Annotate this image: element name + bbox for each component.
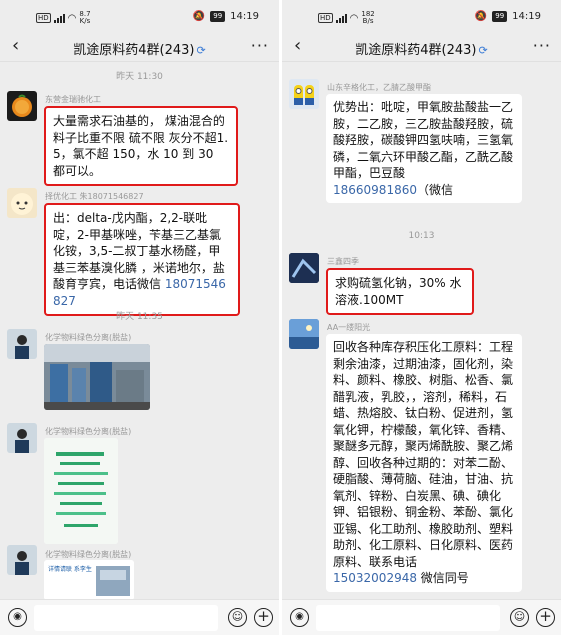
avatar[interactable] — [7, 188, 37, 218]
sender-name: AA一缕阳光 — [327, 323, 371, 332]
network-speed: 8.7 K/s — [79, 10, 91, 25]
sender-name: 化学物料绿色分离(脱盐) — [45, 550, 132, 559]
voice-icon[interactable]: ◉ — [8, 608, 27, 627]
sender-name: 化学物料绿色分离(脱盐) — [45, 333, 132, 342]
message-bubble[interactable]: 求购硫氢化钠，30% 水溶液.100MT — [326, 268, 474, 315]
person-avatar-image — [7, 545, 37, 575]
status-bar: HD ◠ 182 B/s 🔕 99 14:19 — [282, 0, 561, 32]
image-caption: 详情请联 系李生 — [48, 566, 92, 573]
message-input[interactable] — [34, 605, 218, 631]
signal-icon — [335, 13, 347, 23]
avatar[interactable] — [289, 79, 319, 109]
message-input[interactable] — [316, 605, 500, 631]
battery-icon: 99 — [210, 11, 226, 22]
avatar[interactable] — [7, 91, 37, 121]
input-bar: ◉ ☺ + — [0, 599, 279, 635]
cartoon-avatar-image — [11, 193, 33, 215]
chat-header: ‹ 凯途原料药4群(243) ⟳ ··· — [282, 32, 561, 62]
voice-icon[interactable]: ◉ — [290, 608, 309, 627]
chat-header: ‹ 凯途原料药4群(243) ⟳ ··· — [0, 32, 279, 62]
group-link-icon: ⟳ — [478, 44, 488, 57]
more-icon[interactable]: ··· — [533, 36, 551, 55]
signal-icon — [53, 13, 65, 23]
avatar[interactable] — [7, 545, 37, 575]
group-link-icon: ⟳ — [196, 44, 206, 57]
timestamp: 昨天 11:35 — [116, 312, 163, 322]
message-bubble[interactable]: 优势出：吡啶，甲氧胺盐酸盐一乙胺，二乙胺，三乙胺盐酸羟胺，硫酸羟胺，碳酸钾四氢呋… — [326, 94, 522, 203]
orange-avatar-image — [12, 94, 32, 117]
avatar[interactable] — [289, 319, 319, 349]
flyer-image-graphic — [44, 438, 118, 544]
avatar[interactable] — [7, 329, 37, 359]
sender-name: 东营金瑞驰化工 — [45, 95, 101, 104]
sender-name: 山东辛格化工，乙腈乙酸甲酯 — [327, 83, 431, 92]
wifi-icon: ◠ — [349, 12, 359, 24]
battery-icon: 99 — [492, 11, 508, 22]
message-list[interactable]: 山东辛格化工，乙腈乙酸甲酯 优势出：吡啶，甲氧胺盐酸盐一乙胺，二乙胺，三乙胺盐酸… — [282, 63, 561, 599]
sky-avatar-image — [289, 319, 319, 349]
more-icon[interactable]: ··· — [251, 36, 269, 55]
product-image[interactable]: 详情请联 系李生 — [44, 560, 134, 599]
sender-name: 三鑫四季 — [327, 257, 359, 266]
minion-avatar-image — [289, 79, 319, 109]
mute-icon: 🔕 — [192, 11, 206, 22]
person-avatar-image — [7, 423, 37, 453]
message-bubble[interactable]: 出：delta-戊内酯，2,2-联吡啶，2-甲基咪唑，苄基三乙基氯化铵，3,5-… — [44, 203, 240, 316]
hd-icon: HD — [318, 13, 333, 23]
sender-name: 化学物料绿色分离(脱盐) — [45, 427, 132, 436]
timestamp: 昨天 11:30 — [116, 72, 163, 82]
right-chat-screen: HD ◠ 182 B/s 🔕 99 14:19 ‹ 凯途原料药4群(243) ⟳ ·… — [282, 0, 561, 635]
phone-link[interactable]: 15032002948 — [333, 571, 417, 585]
emoji-icon[interactable]: ☺ — [510, 608, 529, 627]
avatar[interactable] — [289, 253, 319, 283]
input-bar: ◉ ☺ + — [282, 599, 561, 635]
avatar[interactable] — [7, 423, 37, 453]
clock: 14:19 — [512, 11, 541, 22]
hd-icon: HD — [36, 13, 51, 23]
emoji-icon[interactable]: ☺ — [228, 608, 247, 627]
message-bubble[interactable]: 回收各种库存积压化工原料：工程剩余油漆，过期油漆，固化剂，染料、颜料、橡胶、树脂… — [326, 334, 522, 592]
phone-link[interactable]: 18660981860 — [333, 183, 417, 197]
message-bubble[interactable]: 大量需求石油基的， 煤油混合的料子比重不限 硫不限 灰分不超1.5，氯不超 15… — [44, 106, 238, 186]
mute-icon: 🔕 — [474, 11, 488, 22]
factory-photo[interactable] — [44, 344, 150, 410]
message-list[interactable]: 昨天 11:30 东营金瑞驰化工 大量需求石油基的， 煤油混合的料子比重不限 硫… — [0, 63, 279, 599]
sender-name: 择优化工 朱18071546827 — [45, 192, 144, 201]
plus-icon[interactable]: + — [536, 608, 555, 627]
chat-title[interactable]: 凯途原料药4群(243) ⟳ — [282, 39, 561, 58]
timestamp: 10:13 — [408, 231, 435, 241]
abstract-avatar-image — [289, 253, 319, 283]
flyer-image[interactable] — [44, 438, 118, 544]
network-speed: 182 B/s — [361, 10, 375, 25]
chat-title[interactable]: 凯途原料药4群(243) ⟳ — [0, 39, 279, 58]
factory-photo-image — [44, 344, 150, 410]
wifi-icon: ◠ — [67, 12, 77, 24]
clock: 14:19 — [230, 11, 259, 22]
person-avatar-image — [7, 329, 37, 359]
status-bar: HD ◠ 8.7 K/s 🔕 99 14:19 — [0, 0, 279, 32]
left-chat-screen: HD ◠ 8.7 K/s 🔕 99 14:19 ‹ 凯途原料药4群(243) ⟳ ·… — [0, 0, 279, 635]
plus-icon[interactable]: + — [254, 608, 273, 627]
